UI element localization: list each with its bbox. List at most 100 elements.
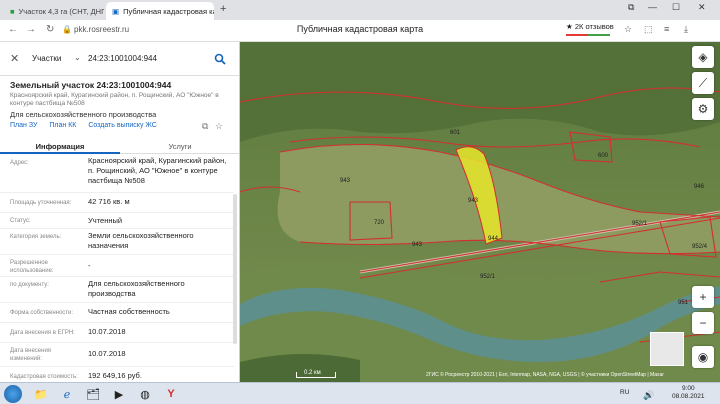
info-value: Частная собственность: [88, 307, 170, 316]
object-actions: ⧉ ☆: [202, 121, 223, 132]
info-label: Адрес:: [10, 160, 29, 166]
close-window-button[interactable]: ✕: [698, 2, 706, 13]
start-button[interactable]: [4, 385, 22, 403]
taskbar: 📁 ℯ 🗂 ▶ ◍ Y RU 🔊 9:00 08.08.2021: [0, 382, 720, 404]
share-icon[interactable]: ⧉: [202, 121, 208, 131]
reload-icon[interactable]: ↻: [46, 24, 54, 35]
layers-button[interactable]: ◈: [692, 46, 714, 68]
bookmark-icon[interactable]: ☆: [624, 24, 632, 35]
parcel-label: 600: [598, 153, 609, 159]
clock-date: 08.08.2021: [672, 393, 705, 400]
rating-bar: [566, 34, 610, 36]
url-field[interactable]: pkk.rosreestr.ru: [74, 25, 129, 34]
maximize-button[interactable]: ☐: [672, 2, 680, 13]
map-view[interactable]: 601 600 943 943 720 943 944 946 952/1 95…: [240, 42, 720, 382]
link-create-extract[interactable]: Создать выписку ЖС: [88, 122, 157, 129]
tab-title: Участок 4,3 га (СНТ, ДНП): [18, 6, 104, 16]
explorer-icon[interactable]: 📁: [30, 385, 52, 403]
browser-tab-cadastral[interactable]: ▣ Публичная кадастровая карта ✕: [106, 2, 214, 20]
tab-favicon-icon: ▣: [112, 6, 120, 16]
parcel-label: 952/1: [480, 274, 496, 280]
info-row: Дата внесения изменений: 10.07.2018: [0, 343, 234, 367]
info-label: Статус:: [10, 218, 31, 224]
page-title: Публичная кадастровая карта: [296, 24, 424, 34]
folder-icon[interactable]: 🗂: [82, 385, 104, 403]
info-tabs: Информация Услуги: [0, 138, 239, 154]
object-title: Земельный участок 24:23:1001004:944: [10, 80, 172, 90]
yandex-browser-icon[interactable]: Y: [160, 385, 182, 403]
reviews-badge[interactable]: ★ 2К отзывов: [566, 22, 614, 36]
gear-icon: ⚙: [697, 102, 709, 116]
address-bar: ← → ↻ 🔒 pkk.rosreestr.ru Публичная кадас…: [0, 20, 720, 42]
info-label: по документу:: [10, 282, 49, 288]
info-row: Категория земель: Земли сельскохозяйстве…: [0, 229, 234, 255]
ruler-button[interactable]: ⟋: [692, 72, 714, 94]
menu-icon[interactable]: ≡: [664, 24, 669, 34]
browser-tab-listing[interactable]: ■ Участок 4,3 га (СНТ, ДНП) ✕: [4, 2, 104, 20]
back-icon[interactable]: ←: [8, 24, 18, 35]
download-icon[interactable]: ⤓: [684, 24, 688, 35]
link-plan-zu[interactable]: План ЗУ: [10, 122, 37, 129]
info-value: Для сельскохозяйственного производства: [88, 279, 185, 298]
new-tab-button[interactable]: +: [220, 3, 226, 15]
extensions-icon[interactable]: ⬚: [644, 24, 653, 35]
parcel-label: 720: [374, 220, 385, 226]
info-label: Категория земель:: [10, 234, 62, 240]
info-value: Красноярский край, Курагинский район, п.…: [88, 156, 227, 185]
search-input[interactable]: 24:23:1001004:944: [88, 54, 157, 63]
tab-information[interactable]: Информация: [0, 138, 120, 154]
search-button[interactable]: [208, 48, 232, 70]
info-value: 10.07.2018: [88, 327, 126, 336]
parcel-label: 601: [450, 130, 461, 136]
ie-icon[interactable]: ℯ: [56, 385, 78, 403]
info-row: Разрешенное использование: -: [0, 255, 234, 277]
browser-tabbar: ■ Участок 4,3 га (СНТ, ДНП) ✕ ▣ Публична…: [0, 0, 720, 20]
tab-services[interactable]: Услуги: [120, 138, 239, 154]
zoom-out-button[interactable]: −: [692, 312, 714, 334]
zoom-in-button[interactable]: +: [692, 286, 714, 308]
object-links: План ЗУ План КК Создать выписку ЖС: [10, 122, 167, 129]
locate-button[interactable]: ◉: [692, 346, 714, 368]
info-value: 42 716 кв. м: [88, 197, 130, 206]
language-indicator[interactable]: RU: [620, 389, 629, 396]
scrollbar[interactable]: [233, 194, 237, 344]
close-icon[interactable]: ✕: [10, 52, 19, 65]
info-row: Адрес: Красноярский край, Курагинский ра…: [0, 155, 234, 193]
reviews-label: 2К отзывов: [574, 22, 614, 31]
search-mode-select[interactable]: Участки: [32, 54, 61, 63]
map-attribution: 2ГИС © Росреестр 2010-2021 | Esri, Inter…: [426, 372, 664, 378]
chrome-icon[interactable]: ◍: [134, 385, 156, 403]
search-bar: ✕ Участки ⌄ 24:23:1001004:944: [0, 42, 239, 76]
parcel-label: 943: [412, 242, 423, 248]
tab-title: Публичная кадастровая карта: [123, 6, 214, 16]
tabs-list-icon[interactable]: ⧉: [628, 2, 634, 13]
media-icon[interactable]: ▶: [108, 385, 130, 403]
scale-label: 0.2 км: [304, 370, 321, 376]
clock-time: 9:00: [681, 385, 695, 392]
link-plan-kk[interactable]: План КК: [49, 122, 76, 129]
lock-icon[interactable]: 🔒: [62, 25, 72, 34]
info-label: Разрешенное использование:: [10, 260, 54, 274]
info-row: Форма собственности: Частная собственнос…: [0, 303, 234, 323]
forward-icon[interactable]: →: [26, 24, 36, 35]
info-row: Кадастровая стоимость: 192 649,16 руб.: [0, 367, 234, 382]
info-row: Площадь уточненная: 42 716 кв. м: [0, 193, 234, 213]
satellite-map[interactable]: 601 600 943 943 720 943 944 946 952/1 95…: [240, 42, 720, 382]
chevron-down-icon[interactable]: ⌄: [74, 53, 81, 62]
parcel-label: 951: [678, 300, 689, 306]
info-row: Дата внесения в ЕГРН: 10.07.2018: [0, 323, 234, 343]
info-row: по документу: Для сельскохозяйственного …: [0, 277, 234, 303]
star-icon[interactable]: ☆: [215, 121, 223, 131]
clock[interactable]: 9:00 08.08.2021: [672, 385, 705, 401]
info-label: Площадь уточненная:: [10, 200, 72, 206]
overview-map[interactable]: [650, 332, 684, 366]
minimize-button[interactable]: —: [648, 2, 657, 12]
star-icon: ★: [566, 22, 573, 31]
settings-button[interactable]: ⚙: [692, 98, 714, 120]
object-address: Красноярский край, Курагинский район, п.…: [10, 92, 219, 107]
info-row: Статус: Учтенный: [0, 213, 234, 229]
volume-icon[interactable]: 🔊: [638, 386, 660, 404]
info-label: Кадастровая стоимость:: [10, 374, 78, 380]
parcel-label: 946: [694, 184, 705, 190]
locate-icon: ◉: [697, 350, 709, 364]
